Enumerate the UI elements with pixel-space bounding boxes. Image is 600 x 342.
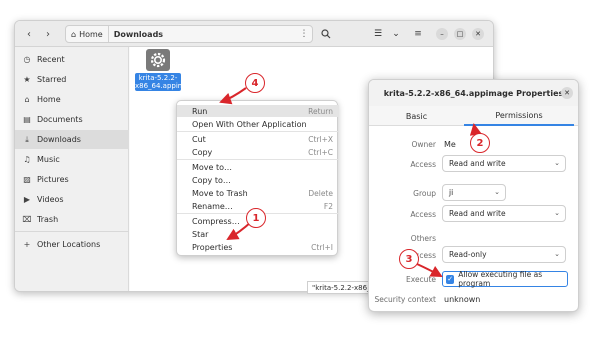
callout-4: 4: [245, 73, 265, 93]
arrow-4: [219, 87, 247, 105]
arrow-3: [416, 263, 443, 277]
annotation-arrows: [219, 87, 482, 277]
callout-2: 2: [470, 133, 490, 153]
callout-3: 3: [399, 249, 419, 269]
callout-1: 1: [246, 208, 266, 228]
